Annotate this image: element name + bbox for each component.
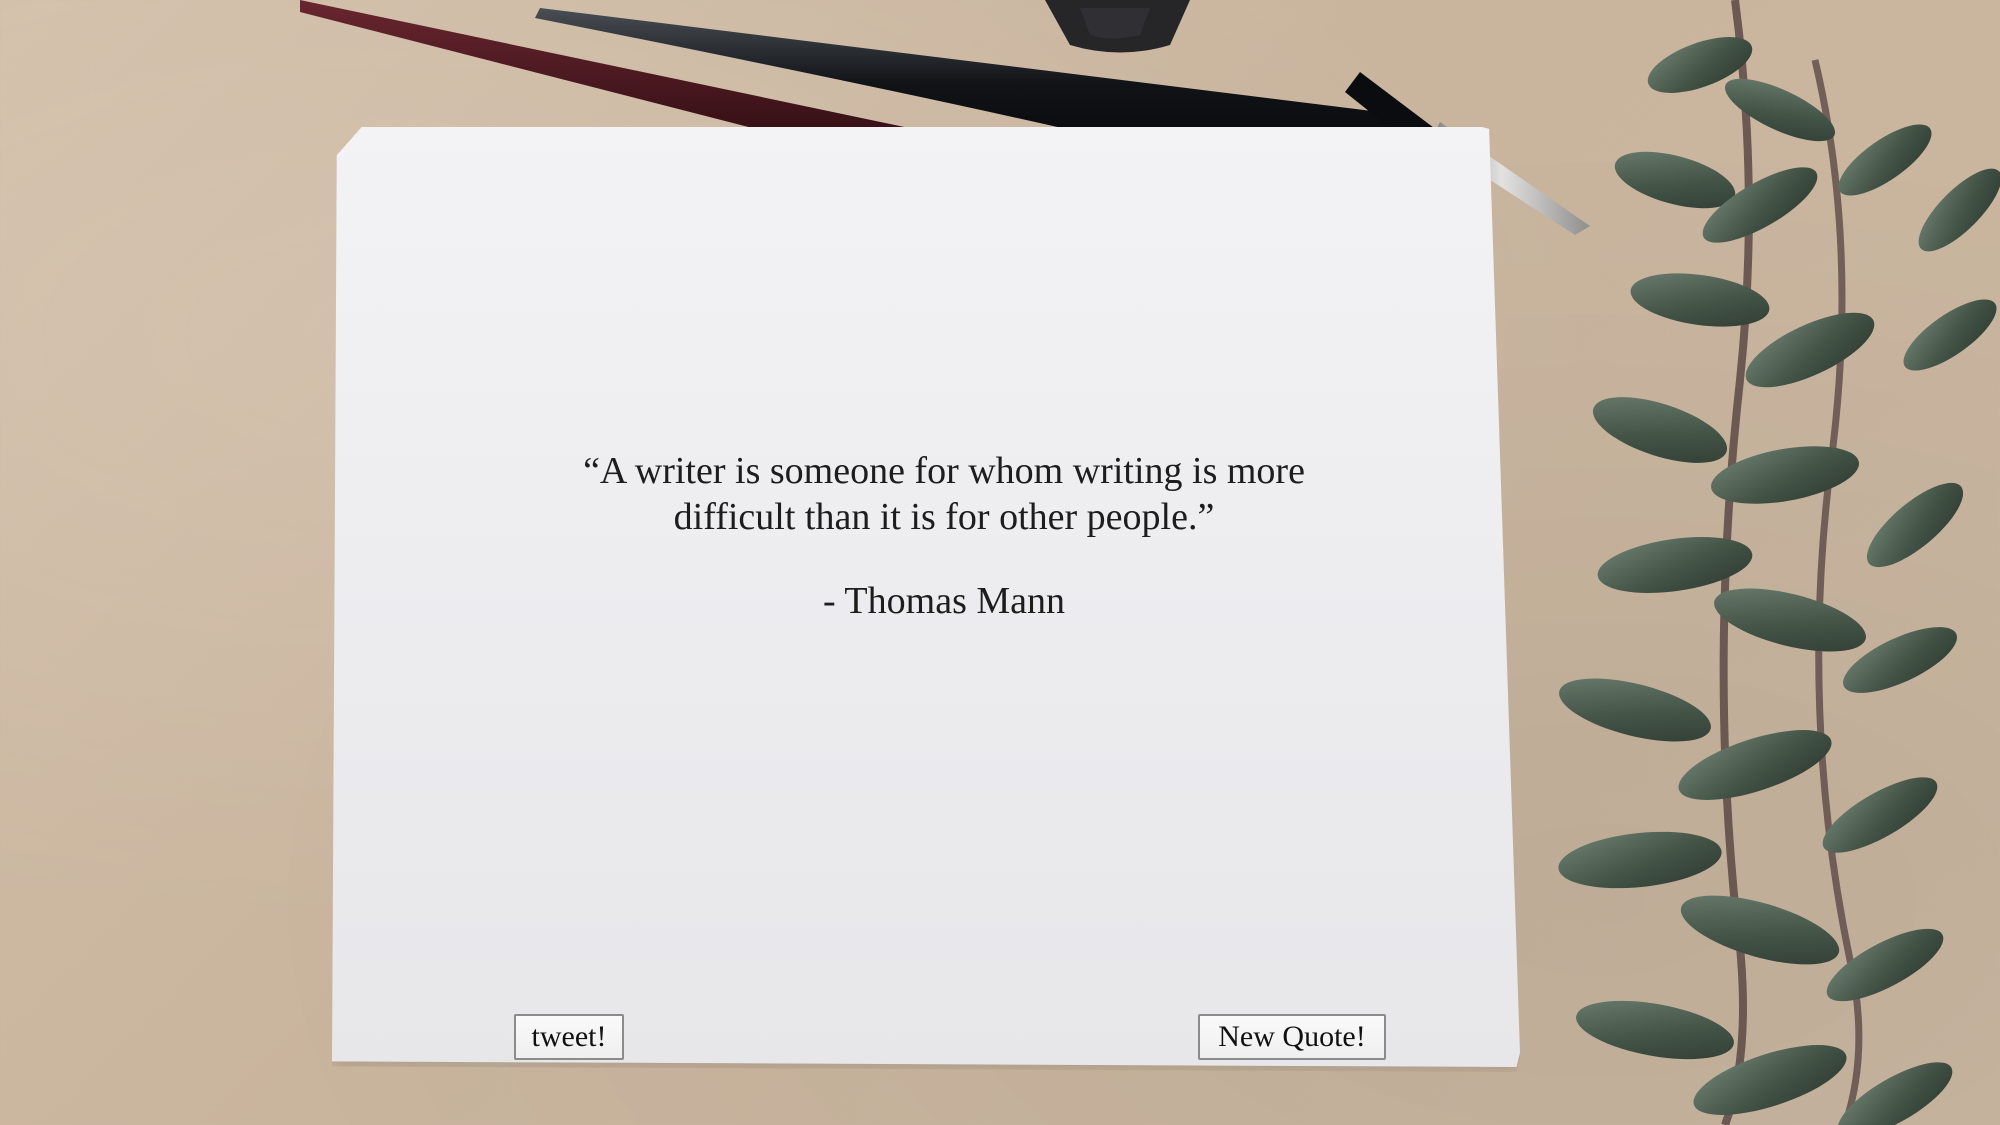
quote-box: “A writer is someone for whom writing is… xyxy=(520,448,1368,624)
ink-bottle-icon xyxy=(1045,0,1190,53)
eucalyptus-branch-icon xyxy=(1558,0,2000,1125)
quote-text: “A writer is someone for whom writing is… xyxy=(583,450,1305,538)
new-quote-button[interactable]: New Quote! xyxy=(1198,1014,1386,1060)
tweet-button[interactable]: tweet! xyxy=(514,1014,624,1060)
quote-author: - Thomas Mann xyxy=(822,580,1066,622)
